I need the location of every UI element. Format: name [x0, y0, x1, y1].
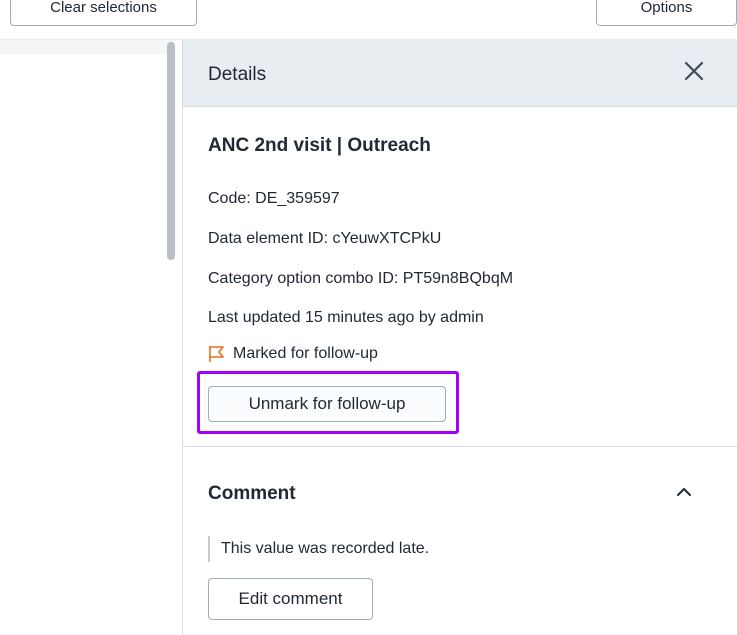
clear-selections-button[interactable]: Clear selections [10, 0, 197, 26]
data-table-area [0, 40, 175, 635]
top-toolbar: Clear selections Options [0, 0, 737, 40]
chevron-up-icon [677, 488, 691, 496]
table-scrollbar[interactable] [167, 42, 175, 260]
edit-comment-button[interactable]: Edit comment [208, 578, 373, 620]
comment-title: Comment [208, 483, 296, 504]
details-title: Details [208, 64, 267, 85]
comment-toggle-button[interactable] [672, 480, 696, 504]
last-updated-text: Last updated 15 minutes ago by admin [208, 309, 484, 326]
unmark-followup-button[interactable]: Unmark for follow-up [208, 386, 446, 422]
comment-text: This value was recorded late. [208, 536, 429, 562]
table-row [0, 40, 175, 54]
followup-status: Marked for follow-up [208, 345, 378, 363]
details-panel: Details ANC 2nd visit | Outreach Code: D… [182, 40, 737, 635]
close-icon [684, 61, 704, 81]
followup-status-label: Marked for follow-up [233, 345, 378, 362]
close-button[interactable] [677, 54, 711, 88]
comment-section: Comment This value was recorded late. Ed… [183, 447, 737, 635]
details-header: Details [183, 40, 737, 107]
data-element-name: ANC 2nd visit | Outreach [208, 135, 431, 156]
data-element-id-text: Data element ID: cYeuwXTCPkU [208, 230, 442, 247]
flag-icon [209, 346, 224, 362]
options-button[interactable]: Options [596, 0, 737, 26]
details-section: ANC 2nd visit | Outreach Code: DE_359597… [183, 107, 737, 447]
code-text: Code: DE_359597 [208, 190, 340, 207]
category-option-combo-id-text: Category option combo ID: PT59n8BQbqM [208, 270, 514, 287]
